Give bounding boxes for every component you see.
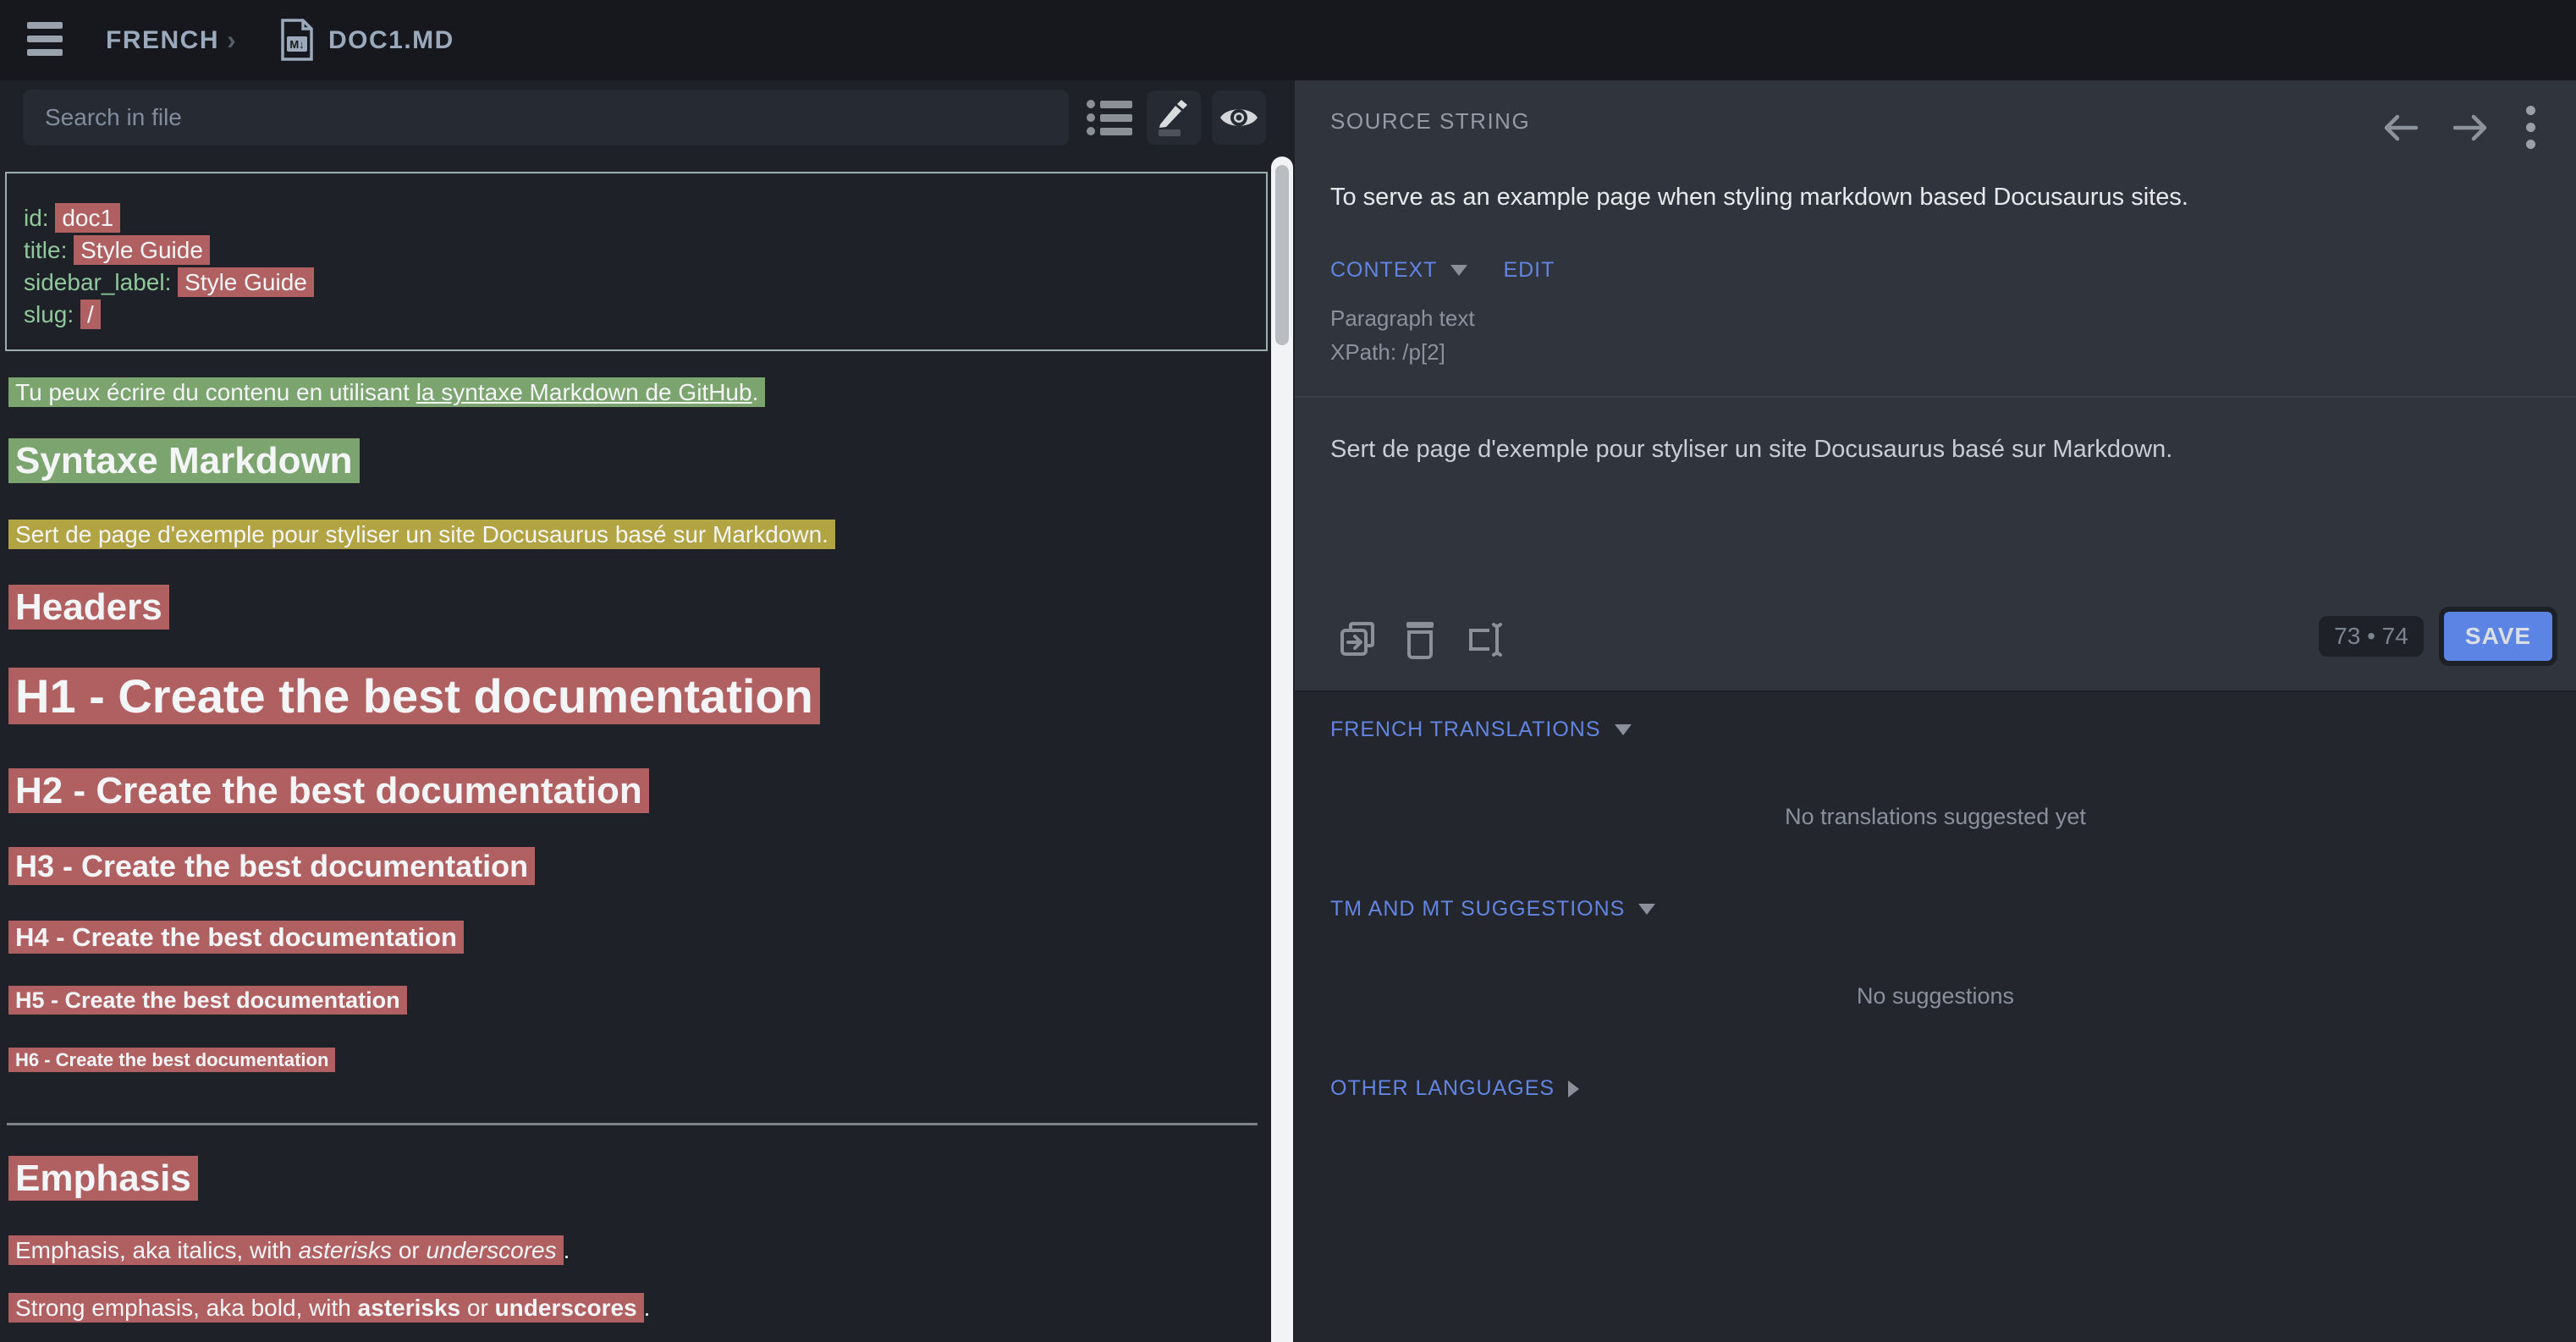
context-dropdown[interactable]: CONTEXT bbox=[1330, 258, 1437, 283]
delete-translation-trash-icon[interactable] bbox=[1405, 620, 1435, 659]
context-type-text: Paragraph text bbox=[1330, 305, 1475, 332]
string-h6[interactable]: H6 - Create the best documentation bbox=[8, 1048, 335, 1072]
string-headers[interactable]: Headers bbox=[8, 585, 169, 630]
string-emphasis-heading[interactable]: Emphasis bbox=[8, 1156, 198, 1201]
other-languages-triangle-right-icon[interactable] bbox=[1568, 1081, 1579, 1097]
string-h3[interactable]: H3 - Create the best documentation bbox=[8, 847, 535, 885]
translation-editor[interactable]: Sert de page d'exemple pour styliser un … bbox=[1295, 398, 2576, 597]
document-preview: Tu peux écrire du contenu en utilisant l… bbox=[0, 80, 1271, 1342]
heading-h6: H6 - Create the best documentation bbox=[8, 1049, 335, 1071]
topbar: FRENCH › M↓ DOC1.MD bbox=[0, 0, 2576, 80]
heading-h4: H4 - Create the best documentation bbox=[8, 922, 464, 953]
heading-emphasis: Emphasis bbox=[8, 1158, 198, 1200]
text-cursor-icon[interactable] bbox=[1466, 620, 1506, 659]
heading-h3: H3 - Create the best documentation bbox=[8, 849, 535, 884]
tm-triangle-down-icon[interactable] bbox=[1638, 904, 1655, 915]
context-triangle-down-icon[interactable] bbox=[1450, 265, 1467, 276]
markdown-file-icon: M↓ bbox=[279, 19, 315, 63]
no-suggestions-text: No suggestions bbox=[1295, 983, 2576, 1009]
paragraph-selected: Sert de page d'exemple pour styliser un … bbox=[8, 521, 835, 548]
context-xpath-text: XPath: /p[2] bbox=[1330, 339, 1445, 366]
save-button[interactable]: SAVE bbox=[2439, 607, 2557, 666]
previous-string-arrow-icon[interactable] bbox=[2384, 113, 2418, 142]
translation-toolbar: 73 • 74 SAVE bbox=[1295, 597, 2576, 690]
breadcrumb-file[interactable]: DOC1.MD bbox=[328, 0, 454, 80]
suggestions-area: FRENCH TRANSLATIONS No translations sugg… bbox=[1295, 694, 2576, 1342]
character-counter-badge: 73 • 74 bbox=[2319, 616, 2424, 657]
horizontal-rule bbox=[7, 1123, 1258, 1125]
string-h1[interactable]: H1 - Create the best documentation bbox=[8, 668, 820, 724]
paragraph-emphasis: Emphasis, aka italics, with asterisks or… bbox=[8, 1237, 570, 1264]
copy-source-icon[interactable] bbox=[1339, 620, 1378, 659]
heading-headers: Headers bbox=[8, 586, 169, 629]
scrollbar-thumb[interactable] bbox=[1275, 165, 1289, 345]
other-languages-section-header[interactable]: OTHER LANGUAGES bbox=[1330, 1076, 1555, 1101]
more-options-kebab-icon[interactable] bbox=[2523, 102, 2539, 152]
heading-h5: H5 - Create the best documentation bbox=[8, 987, 407, 1014]
file-preview-panel: id: doc1 title: Style Guide sidebar_labe… bbox=[0, 80, 1271, 1342]
heading-h2: H2 - Create the best documentation bbox=[8, 770, 649, 812]
french-translations-section-header[interactable]: FRENCH TRANSLATIONS bbox=[1330, 718, 1601, 742]
breadcrumb-project[interactable]: FRENCH bbox=[106, 0, 219, 80]
string-strong[interactable]: Strong emphasis, aka bold, with asterisk… bbox=[8, 1293, 644, 1323]
breadcrumb-chevron-icon: › bbox=[227, 0, 236, 80]
string-selected[interactable]: Sert de page d'exemple pour styliser un … bbox=[8, 520, 835, 549]
heading-syntax: Syntaxe Markdown bbox=[8, 440, 360, 482]
vertical-scrollbar[interactable] bbox=[1271, 157, 1293, 1342]
svg-text:M↓: M↓ bbox=[289, 38, 304, 51]
string-h5[interactable]: H5 - Create the best documentation bbox=[8, 986, 407, 1015]
paragraph-strong: Strong emphasis, aka bold, with asterisk… bbox=[8, 1295, 650, 1322]
source-string-section: SOURCE STRING To serve as an example pag… bbox=[1295, 80, 2576, 692]
heading-h1: H1 - Create the best documentation bbox=[8, 668, 820, 723]
edit-context-button[interactable]: EDIT bbox=[1503, 258, 1555, 283]
markdown-link[interactable]: la syntaxe Markdown de GitHub bbox=[416, 379, 752, 405]
hamburger-menu-icon[interactable] bbox=[27, 22, 63, 56]
source-string-label: SOURCE STRING bbox=[1330, 108, 1530, 135]
translations-triangle-down-icon[interactable] bbox=[1615, 724, 1632, 735]
string-intro-translated[interactable]: Tu peux écrire du contenu en utilisant l… bbox=[8, 377, 765, 407]
tm-mt-suggestions-section-header[interactable]: TM AND MT SUGGESTIONS bbox=[1330, 897, 1625, 921]
string-emphasis[interactable]: Emphasis, aka italics, with asterisks or… bbox=[8, 1235, 564, 1265]
string-syntax-translated[interactable]: Syntaxe Markdown bbox=[8, 438, 360, 483]
translation-panel: SOURCE STRING To serve as an example pag… bbox=[1295, 80, 2576, 1342]
paragraph-intro: Tu peux écrire du contenu en utilisant l… bbox=[8, 379, 765, 406]
no-translations-text: No translations suggested yet bbox=[1295, 804, 2576, 830]
next-string-arrow-icon[interactable] bbox=[2453, 113, 2487, 142]
string-h4[interactable]: H4 - Create the best documentation bbox=[8, 921, 464, 954]
string-h2[interactable]: H2 - Create the best documentation bbox=[8, 768, 649, 813]
translation-text: Sert de page d'exemple pour styliser un … bbox=[1330, 436, 2172, 464]
source-string-text: To serve as an example page when styling… bbox=[1330, 184, 2188, 212]
